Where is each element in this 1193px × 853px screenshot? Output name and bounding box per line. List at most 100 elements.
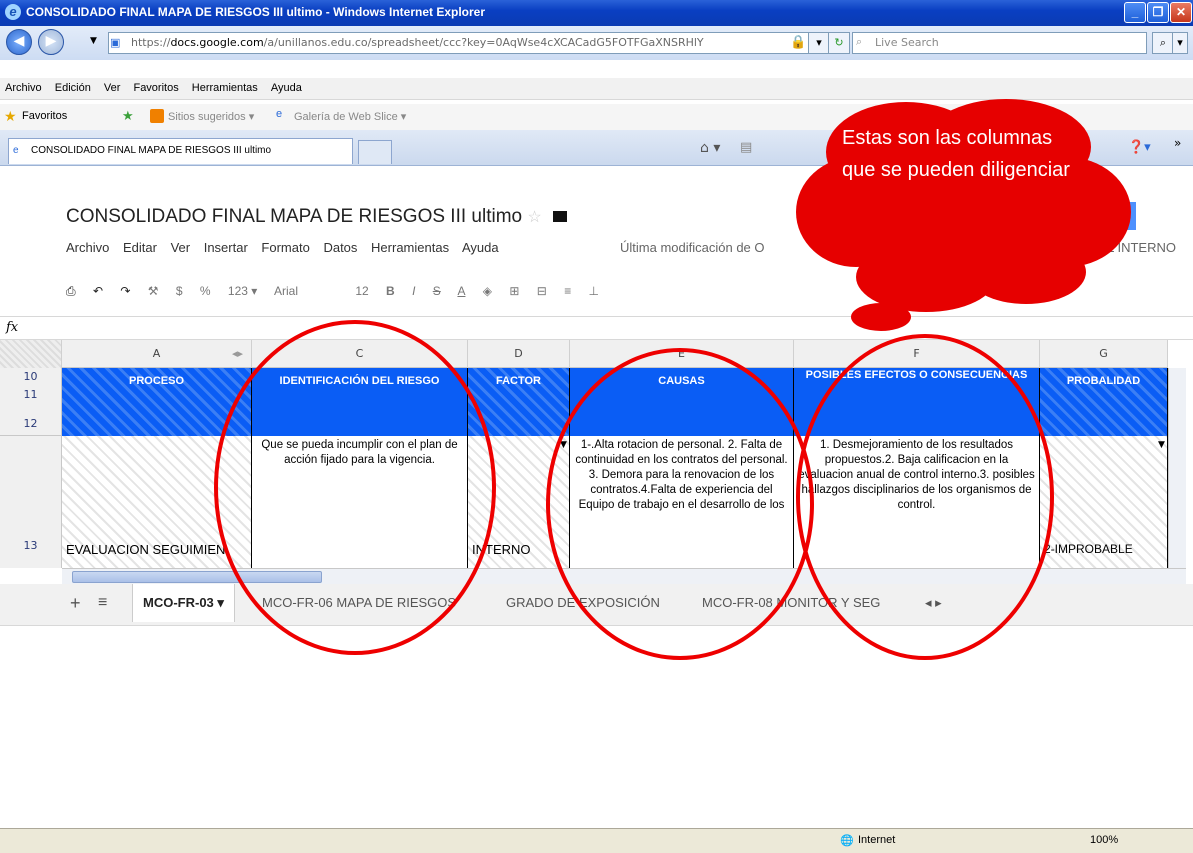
url-prefix: https:// bbox=[131, 36, 171, 49]
font-size-select[interactable]: 12 bbox=[355, 284, 368, 298]
paint-format-icon[interactable]: ⚒ bbox=[148, 284, 159, 298]
recent-pages-chevron-icon[interactable]: ▼ bbox=[90, 36, 97, 46]
refresh-button[interactable]: ↻ bbox=[828, 32, 850, 54]
zoom-level[interactable]: 100% bbox=[1090, 834, 1118, 846]
percent-button[interactable]: % bbox=[200, 284, 211, 298]
merge-icon[interactable]: ⊟ bbox=[537, 284, 547, 298]
url-path: /a/unillanos.edu.co/spreadsheet/ccc?key=… bbox=[263, 36, 704, 49]
forward-button[interactable]: ▶ bbox=[38, 29, 64, 55]
webslice-icon: e bbox=[276, 108, 283, 120]
header-probalidad[interactable]: PROBALIDAD bbox=[1040, 368, 1168, 436]
docs-menu-editar[interactable]: Editar bbox=[123, 240, 157, 255]
zone-label: Internet bbox=[858, 834, 896, 846]
feeds-icon[interactable]: ▤ bbox=[740, 140, 752, 155]
fill-color-icon[interactable]: ◈ bbox=[483, 284, 492, 298]
column-a-label: A bbox=[152, 347, 161, 360]
tab-title: CONSOLIDADO FINAL MAPA DE RIESGOS III ul… bbox=[31, 145, 272, 156]
url-domain: docs.google.com bbox=[170, 36, 264, 49]
webslice-gallery-link[interactable]: Galería de Web Slice ▾ bbox=[294, 110, 406, 123]
print-icon[interactable]: ⎙ bbox=[66, 284, 76, 298]
folder-icon[interactable] bbox=[553, 211, 568, 222]
menu-archivo[interactable]: Archivo bbox=[0, 78, 47, 98]
search-provider-icon: ⌕ bbox=[856, 35, 863, 48]
search-options-button[interactable]: ▾ bbox=[1172, 32, 1188, 54]
star-icon[interactable]: ☆ bbox=[527, 209, 541, 226]
row-header-10[interactable]: 10 bbox=[0, 368, 62, 386]
menu-herramientas[interactable]: Herramientas bbox=[187, 78, 263, 98]
row-header-11[interactable]: 11 bbox=[0, 386, 62, 404]
add-sheet-icon[interactable]: + bbox=[60, 584, 91, 622]
back-button[interactable]: ◀ bbox=[6, 29, 32, 55]
undo-icon[interactable]: ↶ bbox=[93, 284, 103, 298]
close-window-button[interactable]: ✕ bbox=[1170, 2, 1192, 23]
fx-icon: fx bbox=[6, 320, 19, 335]
borders-icon[interactable]: ⊞ bbox=[509, 284, 519, 298]
window-title: CONSOLIDADO FINAL MAPA DE RIESGOS III ul… bbox=[26, 5, 486, 19]
sheet-list-icon[interactable]: ≡ bbox=[88, 584, 117, 622]
strikethrough-icon[interactable]: S bbox=[433, 284, 441, 298]
cell-g13[interactable]: 2-IMPROBABLE bbox=[1040, 436, 1168, 568]
docs-menu-insertar[interactable]: Insertar bbox=[204, 240, 248, 255]
suggested-sites-icon bbox=[150, 109, 164, 123]
search-input[interactable]: Live Search bbox=[852, 32, 1147, 54]
column-header-g[interactable]: G bbox=[1040, 340, 1168, 368]
align-icon[interactable]: ≡ bbox=[564, 284, 571, 298]
redo-icon[interactable]: ↷ bbox=[120, 284, 130, 298]
search-placeholder: Live Search bbox=[875, 36, 939, 49]
docs-menu-datos[interactable]: Datos bbox=[323, 240, 357, 255]
text-color-icon[interactable]: A bbox=[457, 284, 465, 298]
menu-ver[interactable]: Ver bbox=[99, 78, 126, 98]
new-tab-button[interactable] bbox=[358, 140, 392, 164]
callout-text: Estas son las columnas que se pueden dil… bbox=[842, 127, 1070, 181]
globe-icon: 🌐 bbox=[840, 835, 854, 847]
address-bar: ◀ ▶ ▼ https://docs.google.com/a/unillano… bbox=[0, 26, 1193, 60]
url-field[interactable]: https://docs.google.com/a/unillanos.edu.… bbox=[108, 32, 818, 54]
url-dropdown-button[interactable]: ▾ bbox=[808, 32, 830, 54]
column-header-d[interactable]: D bbox=[468, 340, 570, 368]
column-header-a[interactable]: A ◂▸ bbox=[62, 340, 252, 368]
search-button[interactable]: ⌕ bbox=[1152, 32, 1174, 54]
docs-menu-ayuda[interactable]: Ayuda bbox=[462, 240, 499, 255]
dropdown-arrow-icon[interactable]: ▼ bbox=[1158, 440, 1165, 450]
bold-icon[interactable]: B bbox=[386, 284, 395, 298]
favorites-star-icon: ★ bbox=[4, 108, 17, 124]
docs-menu-formato[interactable]: Formato bbox=[261, 240, 309, 255]
lock-icon[interactable]: 🔒 bbox=[790, 35, 806, 50]
add-favorite-icon[interactable]: ★ bbox=[122, 108, 134, 124]
docs-menu: Archivo Editar Ver Insertar Formato Dato… bbox=[66, 240, 509, 255]
italic-icon[interactable]: I bbox=[412, 284, 415, 298]
menu-edicion[interactable]: Edición bbox=[50, 78, 96, 98]
browser-tab-active[interactable]: e CONSOLIDADO FINAL MAPA DE RIESGOS III … bbox=[8, 138, 353, 164]
document-title[interactable]: CONSOLIDADO FINAL MAPA DE RIESGOS III ul… bbox=[66, 206, 568, 228]
docs-menu-herramientas[interactable]: Herramientas bbox=[371, 240, 449, 255]
last-modified[interactable]: Última modificación de O bbox=[620, 240, 765, 255]
highlight-circle-causas bbox=[546, 348, 814, 660]
maximize-button[interactable]: ❐ bbox=[1147, 2, 1169, 23]
hidden-columns-icon[interactable]: ◂▸ bbox=[232, 340, 243, 368]
menu-favoritos[interactable]: Favoritos bbox=[128, 78, 183, 98]
favorites-button[interactable]: Favoritos bbox=[22, 110, 67, 122]
vertical-scrollbar[interactable] bbox=[1168, 368, 1186, 568]
font-select[interactable]: Arial bbox=[274, 284, 298, 298]
ie-logo-icon: e bbox=[5, 4, 21, 20]
spacer bbox=[0, 60, 1193, 78]
suggested-sites-link[interactable]: Sitios sugeridos ▾ bbox=[168, 110, 254, 123]
valign-icon[interactable]: ⊥ bbox=[589, 284, 599, 298]
row-header-12[interactable]: 12 bbox=[0, 404, 62, 436]
document-title-text: CONSOLIDADO FINAL MAPA DE RIESGOS III ul… bbox=[66, 206, 523, 227]
sheet-tab-mco-fr-03[interactable]: MCO-FR-03 ▾ bbox=[132, 584, 235, 622]
menu-ayuda[interactable]: Ayuda bbox=[266, 78, 307, 98]
toolbar-overflow-icon[interactable]: » bbox=[1174, 136, 1181, 150]
select-all-corner[interactable] bbox=[0, 340, 62, 368]
window-title-bar: e CONSOLIDADO FINAL MAPA DE RIESGOS III … bbox=[0, 0, 1193, 26]
highlight-circle-identificacion bbox=[214, 320, 496, 655]
minimize-button[interactable]: _ bbox=[1124, 2, 1146, 23]
row-header-13[interactable]: 13 bbox=[0, 436, 62, 568]
docs-menu-ver[interactable]: Ver bbox=[171, 240, 191, 255]
home-icon[interactable]: ⌂ ▾ bbox=[700, 140, 720, 156]
highlight-circle-efectos bbox=[796, 334, 1054, 660]
tab-ie-icon: e bbox=[13, 145, 19, 156]
number-format-button[interactable]: 123 ▾ bbox=[228, 284, 257, 298]
docs-menu-archivo[interactable]: Archivo bbox=[66, 240, 109, 255]
currency-button[interactable]: $ bbox=[176, 284, 183, 298]
